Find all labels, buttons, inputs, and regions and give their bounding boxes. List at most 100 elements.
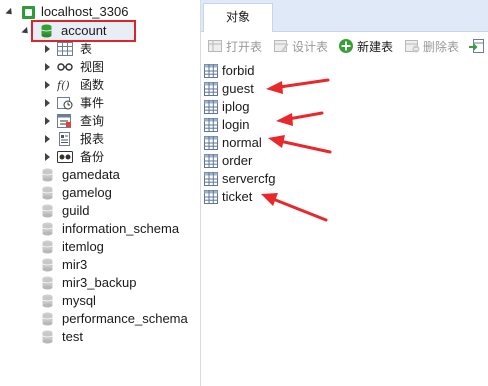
tree-db-row[interactable]: mir3 bbox=[0, 256, 200, 274]
tree-child-label: 函数 bbox=[80, 78, 105, 92]
tree-child-queries[interactable]: 查询 bbox=[0, 112, 200, 130]
table-list-item[interactable]: guest bbox=[204, 80, 254, 98]
expand-arrow-icon[interactable] bbox=[45, 45, 50, 53]
tree-db-row[interactable]: gamedata bbox=[0, 166, 200, 184]
table-name-label: iplog bbox=[222, 99, 250, 114]
tree-child-reports[interactable]: 报表 bbox=[0, 130, 200, 148]
collapse-arrow-icon[interactable] bbox=[21, 26, 31, 36]
tree-db-row[interactable]: gamelog bbox=[0, 184, 200, 202]
tab-strip: 对象 bbox=[201, 0, 488, 32]
table-list-item[interactable]: iplog bbox=[204, 98, 249, 116]
tree-connection-row[interactable]: localhost_3306 bbox=[0, 3, 200, 21]
table-list-item[interactable]: forbid bbox=[204, 62, 255, 80]
database-label: gamedata bbox=[62, 167, 120, 182]
tree-child-label: 事件 bbox=[80, 96, 105, 110]
database-icon bbox=[42, 186, 53, 200]
table-name-label: order bbox=[222, 153, 253, 168]
toolbar: 打开表 设计表 新建表 删除表 bbox=[201, 33, 488, 59]
tree-db-row[interactable]: guild bbox=[0, 202, 200, 220]
table-name-label: login bbox=[222, 117, 250, 132]
table-name-label: normal bbox=[222, 135, 262, 150]
expand-arrow-icon[interactable] bbox=[45, 135, 50, 143]
backup-icon bbox=[57, 150, 73, 164]
new-table-icon bbox=[338, 38, 354, 54]
tree-db-row[interactable]: mysql bbox=[0, 292, 200, 310]
table-name-label: servercfg bbox=[222, 171, 276, 186]
report-icon bbox=[57, 132, 73, 146]
table-icon bbox=[204, 136, 218, 150]
import-icon bbox=[469, 38, 485, 54]
expand-arrow-icon[interactable] bbox=[45, 63, 50, 71]
connection-label: localhost_3306 bbox=[41, 4, 129, 19]
tree-child-events[interactable]: 事件 bbox=[0, 94, 200, 112]
design-table-icon bbox=[273, 38, 289, 54]
database-label: mysql bbox=[62, 293, 96, 308]
table-list-item[interactable]: login bbox=[204, 116, 249, 134]
tree-child-tables[interactable]: 表 bbox=[0, 40, 200, 58]
design-table-label: 设计表 bbox=[292, 39, 329, 54]
expand-arrow-icon[interactable] bbox=[45, 153, 50, 161]
database-icon bbox=[42, 168, 53, 182]
open-table-button[interactable]: 打开表 bbox=[207, 37, 262, 55]
open-table-label: 打开表 bbox=[226, 39, 263, 54]
database-label: mir3 bbox=[62, 257, 88, 272]
tree-db-row[interactable]: mir3_backup bbox=[0, 274, 200, 292]
expand-arrow-icon[interactable] bbox=[45, 81, 50, 89]
expand-arrow-icon[interactable] bbox=[45, 99, 50, 107]
table-icon bbox=[204, 100, 218, 114]
database-icon bbox=[42, 330, 53, 344]
database-label: gamelog bbox=[62, 185, 112, 200]
tab-objects[interactable]: 对象 bbox=[203, 3, 273, 32]
table-list-item[interactable]: servercfg bbox=[204, 170, 275, 188]
database-label: test bbox=[62, 329, 83, 344]
database-label: performance_schema bbox=[62, 311, 188, 326]
table-icon bbox=[204, 154, 218, 168]
svg-text:f(): f() bbox=[57, 79, 70, 92]
tree-child-backups[interactable]: 备份 bbox=[0, 148, 200, 166]
tree-child-label: 视图 bbox=[80, 60, 105, 74]
table-icon bbox=[204, 118, 218, 132]
table-name-label: guest bbox=[222, 81, 254, 96]
database-label: account bbox=[61, 23, 107, 38]
table-icon bbox=[204, 172, 218, 186]
delete-table-label: 删除表 bbox=[423, 39, 460, 54]
objects-panel: 对象 打开表 设计表 新建表 删除表 forbid guest iplog lo… bbox=[200, 0, 488, 386]
table-icon bbox=[204, 64, 218, 78]
event-icon bbox=[57, 96, 73, 110]
open-table-icon bbox=[207, 38, 223, 54]
tree-child-views[interactable]: 视图 bbox=[0, 58, 200, 76]
delete-table-button[interactable]: 删除表 bbox=[404, 37, 459, 55]
database-icon bbox=[42, 240, 53, 254]
tree-child-label: 查询 bbox=[80, 114, 105, 128]
app-window: localhost_3306 account 表 视图 f() 函数 事件 查询… bbox=[0, 0, 488, 386]
database-label: guild bbox=[62, 203, 90, 218]
import-button[interactable] bbox=[469, 37, 488, 55]
tree-child-label: 报表 bbox=[80, 132, 105, 146]
tree-child-label: 备份 bbox=[80, 150, 105, 164]
table-list-item[interactable]: ticket bbox=[204, 188, 252, 206]
collapse-arrow-icon[interactable] bbox=[5, 7, 15, 17]
table-icon bbox=[204, 82, 218, 96]
tree-db-row[interactable]: information_schema bbox=[0, 220, 200, 238]
tree-db-row[interactable]: itemlog bbox=[0, 238, 200, 256]
expand-arrow-icon[interactable] bbox=[45, 117, 50, 125]
tree-db-row[interactable]: test bbox=[0, 328, 200, 346]
new-table-button[interactable]: 新建表 bbox=[338, 37, 393, 55]
navigation-tree: localhost_3306 account 表 视图 f() 函数 事件 查询… bbox=[0, 0, 200, 386]
table-name-label: forbid bbox=[222, 63, 255, 78]
tree-child-label: 表 bbox=[80, 42, 93, 56]
database-label: mir3_backup bbox=[62, 275, 137, 290]
tree-db-row[interactable]: performance_schema bbox=[0, 310, 200, 328]
delete-table-icon bbox=[404, 38, 420, 54]
tree-db-account-row[interactable]: account bbox=[0, 22, 200, 40]
connection-icon bbox=[22, 5, 35, 19]
database-icon bbox=[41, 24, 52, 38]
table-list-item[interactable]: normal bbox=[204, 134, 262, 152]
database-icon bbox=[42, 258, 53, 272]
tree-child-functions[interactable]: f() 函数 bbox=[0, 76, 200, 94]
database-label: information_schema bbox=[62, 221, 180, 236]
new-table-label: 新建表 bbox=[357, 39, 394, 54]
table-list-item[interactable]: order bbox=[204, 152, 252, 170]
design-table-button[interactable]: 设计表 bbox=[273, 37, 328, 55]
view-icon bbox=[57, 60, 73, 74]
